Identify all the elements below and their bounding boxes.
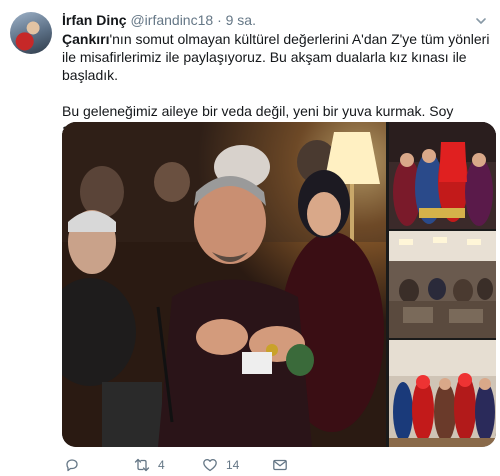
reply-button[interactable] — [64, 456, 88, 474]
media-grid — [62, 122, 496, 447]
tweet-actions: 4 14 — [62, 456, 482, 474]
heart-icon — [203, 458, 217, 472]
like-button[interactable]: 14 — [202, 456, 239, 474]
retweet-icon — [134, 458, 150, 472]
main-photo-image — [62, 122, 386, 447]
tweet-paragraph-1: Çankırı'nın somut olmayan kültürel değer… — [62, 30, 492, 84]
side-photo-1-image — [389, 122, 496, 229]
chevron-down-icon[interactable] — [474, 14, 488, 28]
reply-icon — [66, 459, 78, 472]
author-name[interactable]: İrfan Dinç — [62, 12, 127, 28]
direct-message-button[interactable] — [272, 456, 288, 474]
tweet-paragraph-1-text: 'nın somut olmayan kültürel değerlerini … — [62, 31, 490, 83]
retweet-button[interactable]: 4 — [134, 456, 165, 474]
timestamp[interactable]: 9 sa. — [226, 12, 256, 28]
envelope-icon — [273, 459, 287, 471]
retweet-count: 4 — [158, 458, 165, 472]
author-handle[interactable]: @irfandinc18 — [130, 12, 213, 28]
main-photo[interactable] — [62, 122, 386, 447]
avatar[interactable] — [10, 12, 52, 54]
side-photo-3-image — [389, 340, 496, 447]
side-photo-2-image — [389, 231, 496, 338]
tweet[interactable]: İrfan Dinç @irfandinc18 · 9 sa. Çankırı'… — [0, 0, 500, 476]
side-photo-3[interactable] — [389, 340, 496, 447]
side-photo-1[interactable] — [389, 122, 496, 229]
hashtag-link[interactable]: Çankırı — [62, 31, 109, 47]
side-photo-2[interactable] — [389, 231, 496, 338]
like-count: 14 — [226, 458, 240, 472]
separator-dot: · — [217, 12, 222, 28]
tweet-header: İrfan Dinç @irfandinc18 · 9 sa. — [62, 11, 256, 29]
